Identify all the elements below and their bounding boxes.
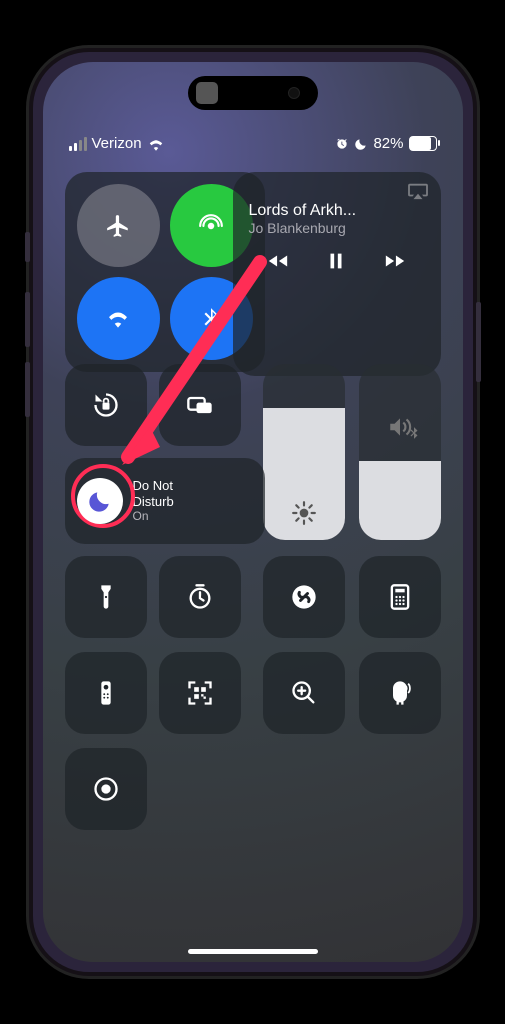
screen: Verizon 82% <box>43 62 463 962</box>
sound-recognition-icon <box>386 679 414 707</box>
bluetooth-icon <box>198 306 224 332</box>
battery-percent: 82% <box>373 135 403 152</box>
brightness-icon <box>291 500 317 526</box>
shazam-button[interactable] <box>263 556 345 638</box>
airdrop-icon <box>198 213 224 239</box>
screen-mirroring-button[interactable] <box>159 364 241 446</box>
sound-recognition-button[interactable] <box>359 652 441 734</box>
moon-icon <box>87 488 113 514</box>
focus-label-line1: Do Not <box>133 478 174 494</box>
battery-icon <box>409 136 437 151</box>
carrier-label: Verizon <box>92 135 142 152</box>
dynamic-island[interactable] <box>188 76 318 110</box>
focus-state: On <box>133 509 174 523</box>
alarm-status-icon <box>335 137 349 151</box>
timer-button[interactable] <box>159 556 241 638</box>
orientation-lock-icon <box>92 391 120 419</box>
bluetooth-small-icon <box>407 426 421 440</box>
focus-label: Do Not Disturb On <box>133 478 174 524</box>
qr-scanner-button[interactable] <box>159 652 241 734</box>
now-playing-thumb <box>196 82 218 104</box>
focus-mode-button[interactable] <box>77 478 123 524</box>
airplane-mode-toggle[interactable] <box>77 184 160 267</box>
wifi-status-icon <box>147 137 165 151</box>
flashlight-toggle[interactable] <box>65 556 147 638</box>
magnifier-button[interactable] <box>263 652 345 734</box>
wifi-toggle[interactable] <box>77 277 160 360</box>
magnifier-icon <box>290 679 318 707</box>
focus-label-line2: Disturb <box>133 494 174 510</box>
home-indicator[interactable] <box>188 949 318 954</box>
front-camera <box>288 87 300 99</box>
flashlight-icon <box>92 583 120 611</box>
wifi-icon <box>105 306 131 332</box>
iphone-frame: Verizon 82% <box>29 48 477 976</box>
screen-record-button[interactable] <box>65 748 147 830</box>
cellular-signal-icon <box>69 137 87 151</box>
media-next-button[interactable] <box>384 250 406 272</box>
media-panel[interactable]: Lords of Arkh... Jo Blankenburg <box>233 172 441 376</box>
calculator-button[interactable] <box>359 556 441 638</box>
remote-icon <box>92 679 120 707</box>
control-center: Lords of Arkh... Jo Blankenburg <box>65 172 441 942</box>
mute-switch <box>25 232 30 262</box>
media-pause-button[interactable] <box>325 250 347 272</box>
media-title: Lords of Arkh... <box>249 202 399 220</box>
screen-record-icon <box>92 775 120 803</box>
power-button <box>476 302 481 382</box>
focus-tile[interactable]: Do Not Disturb On <box>65 458 265 544</box>
volume-up-button <box>25 292 30 347</box>
airplane-icon <box>105 213 131 239</box>
orientation-lock-toggle[interactable] <box>65 364 147 446</box>
calculator-icon <box>386 583 414 611</box>
volume-slider[interactable] <box>359 364 441 540</box>
qr-scanner-icon <box>186 679 214 707</box>
moon-status-icon <box>354 137 368 151</box>
airplay-audio-icon[interactable] <box>407 182 429 200</box>
volume-down-button <box>25 362 30 417</box>
media-artist: Jo Blankenburg <box>249 220 425 236</box>
apple-tv-remote-button[interactable] <box>65 652 147 734</box>
screen-mirroring-icon <box>186 391 214 419</box>
brightness-slider[interactable] <box>263 364 345 540</box>
shazam-icon <box>290 583 318 611</box>
timer-icon <box>186 583 214 611</box>
media-prev-button[interactable] <box>267 250 289 272</box>
